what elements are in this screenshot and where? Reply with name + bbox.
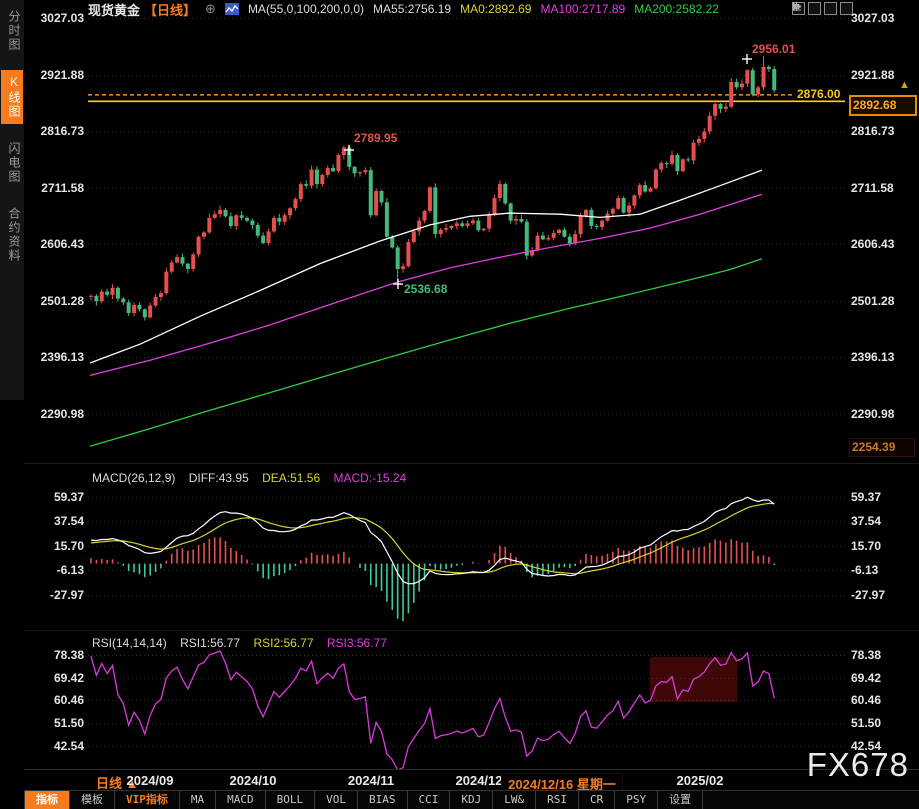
axis-tick-label: 2816.73 <box>851 124 894 138</box>
axis-tick-label: 2711.58 <box>26 181 84 195</box>
axis-tick-label: 2396.13 <box>851 350 894 364</box>
axis-tick-label: 2290.98 <box>851 407 894 421</box>
date-tick-label: 2024/11 <box>348 773 394 788</box>
chart-type-icon[interactable] <box>225 3 239 15</box>
toolbar-item-CR[interactable]: CR <box>579 791 615 809</box>
date-tick-label: 2024/10 <box>230 773 277 788</box>
date-axis: 日线 ▲ 2024/092024/102024/112024/122024/12… <box>24 769 919 791</box>
trading-app: { "app": {"watermark": "FX678"}, "sideba… <box>0 0 919 808</box>
toolbar-item-VOL[interactable]: VOL <box>315 791 358 809</box>
toolbar-item-CCI[interactable]: CCI <box>408 791 451 809</box>
toolbar-item-LW&[interactable]: LW& <box>493 791 536 809</box>
axis-tick-label: 60.46 <box>26 693 84 707</box>
add-indicator-icon[interactable]: ⊕ <box>205 1 216 17</box>
current-price-box: 2892.68 <box>849 95 917 116</box>
axis-tick-label: 78.38 <box>851 648 881 662</box>
axis-tick-label: -27.97 <box>26 588 84 602</box>
axis-tick-label: -6.13 <box>851 563 878 577</box>
sidebar-tab-kline-1[interactable]: K线图 <box>1 70 23 124</box>
macd-header: MACD(26,12,9) DIFF:43.95 DEA:51.56 MACD:… <box>92 471 416 485</box>
axis-tick-label: 69.42 <box>851 671 881 685</box>
axis-tick-label: 2921.88 <box>26 68 84 82</box>
range-low-box: 2254.39 <box>849 438 915 457</box>
high-annotation-2789: 2789.95 <box>354 131 397 145</box>
axis-tick-label: 3027.03 <box>26 11 84 25</box>
low-annotation-2536: 2536.68 <box>404 282 447 296</box>
chart-tool-icons <box>792 2 853 15</box>
rsi-formula: RSI(14,14,14) <box>92 636 167 650</box>
axis-tick-label: -6.13 <box>26 563 84 577</box>
axis-tick-label: 2501.28 <box>26 294 84 308</box>
toolbar-item-BOLL[interactable]: BOLL <box>266 791 316 809</box>
toolbar-item-KDJ[interactable]: KDJ <box>450 791 493 809</box>
axis-tick-label: 59.37 <box>851 490 881 504</box>
axis-tick-label: 78.38 <box>26 648 84 662</box>
toolbar-item-BIAS[interactable]: BIAS <box>358 791 408 809</box>
date-tick-label: 2025/02 <box>677 773 724 788</box>
indicator-toolbar: 指标模板VIP指标MAMACDBOLLVOLBIASCCIKDJLW&RSICR… <box>24 790 919 809</box>
crosshair-icon[interactable] <box>792 2 805 15</box>
symbol-title: 现货黄金 <box>88 0 140 19</box>
left-sidebar: 分时图 K线图闪电图合约资料 <box>0 0 24 808</box>
toolbar-item-MACD[interactable]: MACD <box>216 791 266 809</box>
axis-tick-label: 2816.73 <box>26 124 84 138</box>
toolbar-item-PSY[interactable]: PSY <box>615 791 658 809</box>
axis-tick-label: 15.70 <box>851 539 881 553</box>
axis-tick-label: 51.50 <box>26 716 84 730</box>
chart-header: 现货黄金 【日线】 ⊕ MA(55,0,100,200,0,0) MA55:27… <box>88 1 719 17</box>
date-tick-label: 2024/09 <box>127 773 174 788</box>
rsi1-value: RSI1:56.77 <box>180 636 240 650</box>
toolbar-item-设置[interactable]: 设置 <box>658 791 703 809</box>
toolbar-item-MA[interactable]: MA <box>180 791 216 809</box>
price-marker-arrow-icon: ▲ <box>899 79 910 91</box>
axis-tick-label: 51.50 <box>851 716 881 730</box>
toolbar-item-模板[interactable]: 模板 <box>70 791 115 809</box>
axis-tick-label: 59.37 <box>26 490 84 504</box>
rsi3-value: RSI3:56.77 <box>327 636 387 650</box>
axis-tick-label: 37.54 <box>851 514 881 528</box>
date-tick-label: 2024/12 <box>456 773 503 788</box>
toolbar-item-VIP指标[interactable]: VIP指标 <box>115 791 180 809</box>
axis-tick-label: 2606.43 <box>851 237 894 251</box>
ma200-value: MA200:2582.22 <box>634 2 719 16</box>
axis-tick-label: -27.97 <box>851 588 885 602</box>
macd-dea-value: DEA:51.56 <box>262 471 320 485</box>
rsi2-value: RSI2:56.77 <box>253 636 313 650</box>
toolbar-item-RSI[interactable]: RSI <box>536 791 579 809</box>
hline-label-2876: 2876.00 <box>797 87 840 101</box>
kline-chart-canvas[interactable] <box>0 0 919 808</box>
fx678-watermark: FX678 <box>807 746 909 784</box>
axis-tick-label: 2396.13 <box>26 350 84 364</box>
sidebar-tab-time[interactable]: 分时图 <box>1 5 23 57</box>
axis-tick-label: 15.70 <box>26 539 84 553</box>
axis-frame-icon[interactable] <box>808 2 821 15</box>
axis-play-icon[interactable] <box>824 2 837 15</box>
macd-diff-value: DIFF:43.95 <box>189 471 249 485</box>
axis-tick-label: 2606.43 <box>26 237 84 251</box>
axis-tick-label: 60.46 <box>851 693 881 707</box>
high-annotation-2956: 2956.01 <box>752 42 795 56</box>
toolbar-item-指标[interactable]: 指标 <box>24 791 70 809</box>
ma55-value: MA55:2756.19 <box>373 2 451 16</box>
ma0-value: MA0:2892.69 <box>460 2 531 16</box>
axis-tick-label: 2921.88 <box>851 68 894 82</box>
axis-tick-label: 3027.03 <box>851 11 894 25</box>
axis-tick-label: 37.54 <box>26 514 84 528</box>
sidebar-tab-kline-3[interactable]: 合约资料 <box>1 202 23 268</box>
axis-tick-label: 2711.58 <box>851 181 894 195</box>
axis-tick-label: 42.54 <box>26 739 84 753</box>
rsi-header: RSI(14,14,14) RSI1:56.77 RSI2:56.77 RSI3… <box>92 636 397 650</box>
sidebar-tab-kline-2[interactable]: 闪电图 <box>1 137 23 189</box>
period-badge[interactable]: 【日线】 <box>144 0 196 19</box>
axis-tick-label: 69.42 <box>26 671 84 685</box>
ma-formula: MA(55,0,100,200,0,0) <box>248 2 364 16</box>
axis-tick-label: 2290.98 <box>26 407 84 421</box>
macd-formula: MACD(26,12,9) <box>92 471 175 485</box>
axis-tick-label: 2501.28 <box>851 294 894 308</box>
ma100-value: MA100:2717.89 <box>540 2 625 16</box>
macd-macd-value: MACD:-15.24 <box>333 471 406 485</box>
